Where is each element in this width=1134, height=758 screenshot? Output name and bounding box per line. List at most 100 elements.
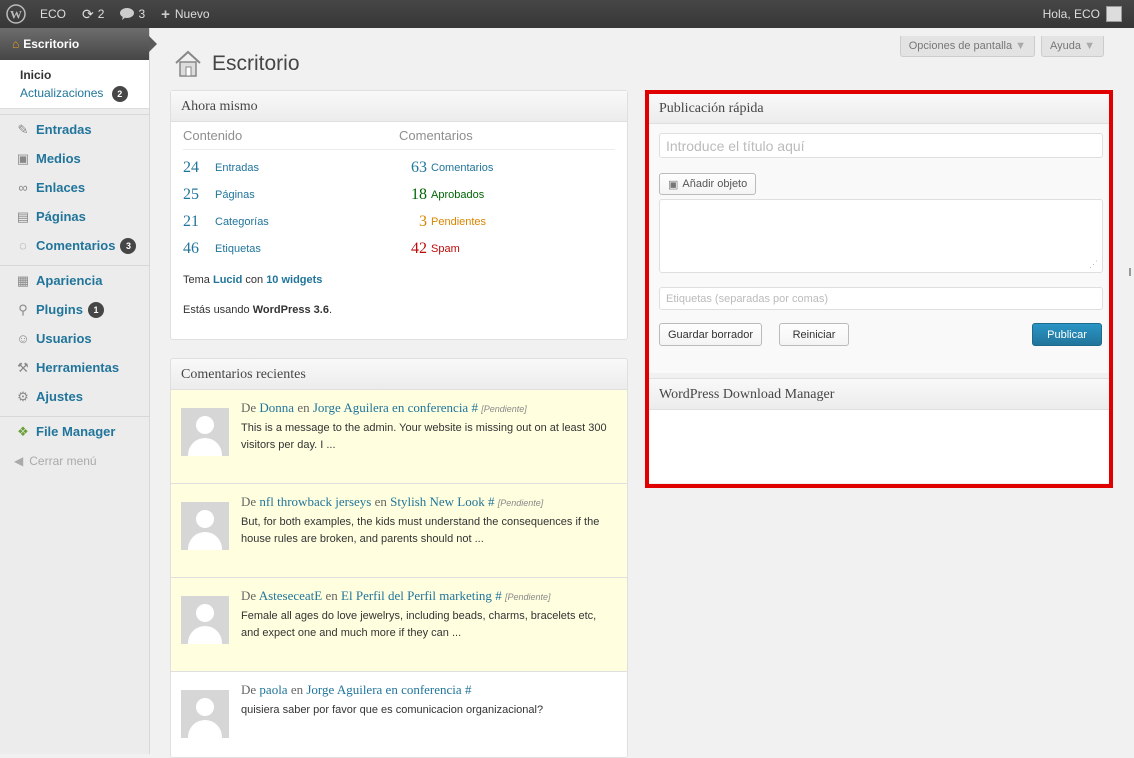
comments-approved-row[interactable]: 18 Aprobados [399,181,615,208]
approved-label: Aprobados [431,188,485,201]
comment-permalink[interactable]: # [465,682,472,697]
save-draft-button[interactable]: Guardar borrador [659,323,762,346]
comment-post-link[interactable]: Jorge Aguilera en conferencia [306,682,461,697]
collapse-menu-label: Cerrar menú [29,454,97,468]
file-manager-icon: ❖ [17,423,29,439]
pages-label: Páginas [215,188,255,201]
menu-item-file-manager[interactable]: ❖ File Manager [0,417,149,446]
menu-item-posts[interactable]: ✎ Entradas [0,115,149,144]
right-now-title: Ahora mismo [171,91,627,122]
version-info: Estás usando WordPress 3.6. [171,304,627,316]
refresh-icon: ⟳ [82,5,94,22]
comment-item[interactable]: De Donna en Jorge Aguilera en conferenci… [171,390,627,484]
menu-links-label: Enlaces [36,180,86,195]
comment-bubble-icon [120,8,135,20]
post-content-textarea[interactable]: ⋰ [659,199,1103,273]
comment-author-link[interactable]: paola [259,682,287,697]
help-tab[interactable]: Ayuda ▼ [1041,36,1104,57]
widgets-link[interactable]: 10 widgets [266,274,322,286]
menu-item-appearance[interactable]: ▦ Apariencia [0,266,149,295]
post-title-placeholder: Introduce el título aquí [666,137,805,154]
categories-label: Categorías [215,215,269,228]
comment-permalink[interactable]: # [488,494,495,509]
comments-pending-row[interactable]: 3 Pendientes [399,208,615,235]
menu-appearance-label: Apariencia [36,273,103,288]
pages-count: 25 [183,185,199,203]
greeting: Hola, ECO [1042,7,1100,21]
content-tags-row[interactable]: 46 Etiquetas [183,235,399,262]
add-media-button[interactable]: ▣ Añadir objeto [659,173,757,195]
menu-item-comments[interactable]: ◌ Comentarios 3 [0,231,149,260]
tools-icon: ⚒ [17,359,29,375]
main-content: Opciones de pantalla ▼ Ayuda ▼ Escritori… [150,28,1134,758]
scrollbar-marker[interactable] [1129,268,1131,276]
avatar [181,502,229,550]
menu-item-settings[interactable]: ⚙ Ajustes [0,382,149,411]
menu-dashboard-label: Escritorio [23,37,80,51]
comment-item[interactable]: De nfl throwback jerseys en Stylish New … [171,484,627,578]
menu-item-links[interactable]: ∞ Enlaces [0,173,149,202]
page-header: Escritorio [172,48,300,80]
comment-meta: De nfl throwback jerseys en Stylish New … [241,494,617,510]
comment-post-link[interactable]: Jorge Aguilera en conferencia [313,400,468,415]
menu-media-label: Medios [36,151,81,166]
submenu-updates[interactable]: Actualizaciones 2 [20,84,149,102]
theme-with: con [245,274,264,286]
comment-author-link[interactable]: nfl throwback jerseys [259,494,371,509]
comment-status: [Pendiente] [497,498,544,508]
comments-count: 63 [411,158,427,176]
content-pages-row[interactable]: 25 Páginas [183,181,399,208]
menu-users-label: Usuarios [36,331,92,346]
content-categories-row[interactable]: 21 Categorías [183,208,399,235]
content-posts-row[interactable]: 24 Entradas [183,154,399,181]
publish-button[interactable]: Publicar [1032,323,1102,346]
account-menu[interactable]: Hola, ECO [1035,0,1134,28]
comment-author-link[interactable]: AsteseceatE [259,588,323,603]
menu-item-media[interactable]: ▣ Medios [0,144,149,173]
new-content-link[interactable]: + Nuevo [153,0,217,28]
right-now-widget: Ahora mismo Contenido 24 Entradas 25 Págin… [170,90,628,340]
menu-item-users[interactable]: ☺ Usuarios [0,324,149,353]
spam-count: 42 [411,239,427,257]
reset-label: Reiniciar [792,328,836,341]
on-label: en [297,400,310,415]
comment-item[interactable]: De paola en Jorge Aguilera en conferenci… [171,672,627,757]
theme-prefix: Tema [183,274,210,286]
plus-icon: + [161,5,170,23]
pending-count: 3 [419,212,427,230]
comments-total-row[interactable]: 63 Comentarios [399,154,615,181]
reset-button[interactable]: Reiniciar [779,323,849,346]
menu-item-tools[interactable]: ⚒ Herramientas [0,353,149,382]
comment-item[interactable]: De AsteseceatE en El Perfil del Perfil m… [171,578,627,672]
submenu-home[interactable]: Inicio [20,66,149,84]
comment-permalink[interactable]: # [495,588,502,603]
comment-excerpt: This is a message to the admin. Your web… [241,422,607,451]
menu-item-pages[interactable]: ▤ Páginas [0,202,149,231]
post-title-input[interactable]: Introduce el título aquí [659,133,1103,158]
pending-label: Pendientes [431,215,487,228]
users-icon: ☺ [16,331,30,346]
menu-item-plugins[interactable]: ⚲ Plugins 1 [0,295,149,324]
comments-link[interactable]: 3 [112,0,153,28]
comment-permalink[interactable]: # [471,400,478,415]
user-avatar [1106,6,1122,22]
screen-options-tab[interactable]: Opciones de pantalla ▼ [899,36,1036,57]
version-suffix: . [328,304,333,316]
comment-post-link[interactable]: El Perfil del Perfil marketing [341,588,492,603]
comment-post-link[interactable]: Stylish New Look [390,494,485,509]
tags-input[interactable]: Etiquetas (separadas por comas) [659,287,1103,310]
menu-item-dashboard[interactable]: ⌂ Escritorio [0,28,157,60]
updates-link[interactable]: ⟳ 2 [74,0,112,28]
theme-link[interactable]: Lucid [213,274,242,286]
pin-icon: ✎ [17,121,29,137]
new-label: Nuevo [174,7,210,21]
comments-spam-row[interactable]: 42 Spam [399,235,615,262]
site-name-link[interactable]: ECO [32,0,74,28]
avatar [181,690,229,738]
collapse-menu-button[interactable]: ◀ Cerrar menú [0,446,149,476]
posts-label: Entradas [215,161,260,174]
comment-author-link[interactable]: Donna [259,400,294,415]
home-icon: ⌂ [12,37,20,51]
comments-heading: Comentarios [399,122,615,150]
wordpress-logo-icon[interactable]: W [0,0,32,28]
